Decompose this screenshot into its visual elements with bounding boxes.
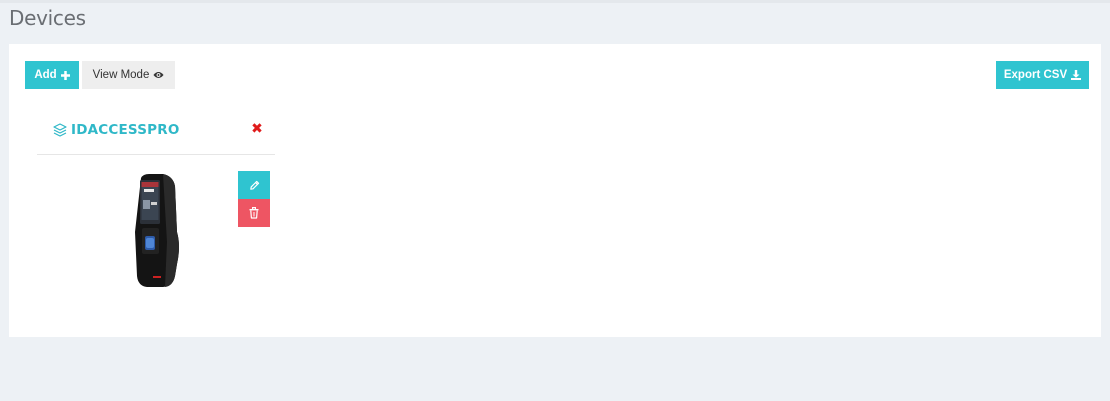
page-title: Devices — [9, 6, 86, 30]
device-card-header: IDACCESSPRO ✖ — [37, 109, 275, 155]
add-button[interactable]: Add — [25, 61, 79, 89]
edit-device-button[interactable] — [238, 171, 270, 199]
download-icon — [1071, 70, 1082, 80]
plus-icon — [60, 70, 70, 80]
export-csv-label: Export CSV — [1003, 69, 1068, 81]
export-csv-button[interactable]: Export CSV — [996, 61, 1089, 89]
device-image — [135, 174, 179, 287]
view-mode-button[interactable]: View Mode — [82, 61, 175, 89]
device-name[interactable]: IDACCESSPRO — [71, 122, 180, 138]
view-mode-label: View Mode — [92, 69, 150, 81]
layers-icon — [53, 123, 67, 137]
add-button-label: Add — [34, 69, 57, 81]
devices-panel: Add View Mode Export CSV IDACCESSPRO ✖ — [9, 44, 1101, 337]
eye-icon — [153, 72, 164, 78]
top-divider — [0, 0, 1110, 3]
pencil-icon — [249, 180, 259, 190]
trash-icon — [249, 207, 259, 219]
device-title: IDACCESSPRO — [53, 122, 180, 138]
close-icon[interactable]: ✖ — [250, 121, 264, 137]
device-card: IDACCESSPRO ✖ — [37, 109, 275, 309]
delete-device-button[interactable] — [238, 199, 270, 227]
